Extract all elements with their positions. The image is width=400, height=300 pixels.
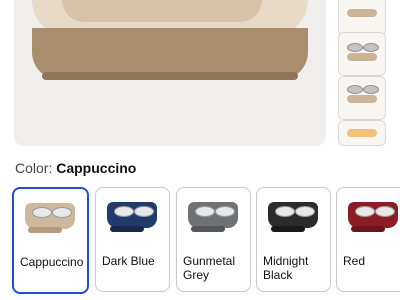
thumbnail-4[interactable] <box>338 120 386 146</box>
swatch-label: Midnight Black <box>263 254 309 282</box>
selected-color-name: Cappuccino <box>56 160 137 176</box>
bowl-recess <box>62 0 262 22</box>
thumbnail-feeder-icon <box>347 129 377 137</box>
bowl-icon <box>134 206 154 217</box>
bowl-icon <box>275 206 295 217</box>
swatch-feeder-base <box>110 226 144 232</box>
red-feeder-image <box>343 198 400 238</box>
bowl-icon <box>195 206 215 217</box>
color-prefix: Color: <box>15 160 57 176</box>
feeder-base <box>42 72 298 80</box>
swatch-label: Gunmetal Grey <box>183 254 236 282</box>
color-swatch-dark-blue[interactable]: Dark Blue <box>95 187 170 292</box>
bowl-icon <box>363 43 379 52</box>
swatch-label: Red <box>343 254 366 268</box>
gunmetal-grey-feeder-image <box>183 198 244 238</box>
thumbnail-feeder-icon <box>347 9 377 17</box>
bowl-icon <box>363 85 379 94</box>
color-swatch-red[interactable]: Red <box>336 187 400 292</box>
bowl-icon <box>355 206 375 217</box>
thumbnail-feeder-icon <box>347 95 377 103</box>
thumbnail-2[interactable] <box>338 32 386 76</box>
thumbnail-strip <box>338 0 388 150</box>
bowl-icon <box>347 85 363 94</box>
color-selection-label: Color: Cappuccino <box>15 160 136 176</box>
color-swatch-gunmetal-grey[interactable]: Gunmetal Grey <box>176 187 251 292</box>
color-swatch-cappuccino[interactable]: Cappuccino <box>12 187 89 294</box>
swatch-label: Dark Blue <box>102 254 155 268</box>
cappuccino-feeder-image <box>20 199 81 239</box>
swatch-feeder-base <box>351 226 385 232</box>
bowl-icon <box>375 206 395 217</box>
thumbnail-feeder-icon <box>347 53 377 61</box>
bowl-icon <box>32 207 52 218</box>
bowl-icon <box>347 43 363 52</box>
bowl-icon <box>215 206 235 217</box>
midnight-black-feeder-image <box>263 198 324 238</box>
swatch-feeder-base <box>28 227 62 233</box>
swatch-label: Cappuccino <box>20 255 84 269</box>
swatch-feeder-base <box>271 226 305 232</box>
thumbnail-3[interactable] <box>338 76 386 120</box>
main-product-image[interactable] <box>14 0 326 146</box>
bowl-icon <box>114 206 134 217</box>
bowl-icon <box>295 206 315 217</box>
bowl-icon <box>52 207 72 218</box>
swatch-feeder-base <box>191 226 225 232</box>
thumbnail-1[interactable] <box>338 0 386 36</box>
color-swatch-midnight-black[interactable]: Midnight Black <box>256 187 331 292</box>
dark-blue-feeder-image <box>102 198 163 238</box>
